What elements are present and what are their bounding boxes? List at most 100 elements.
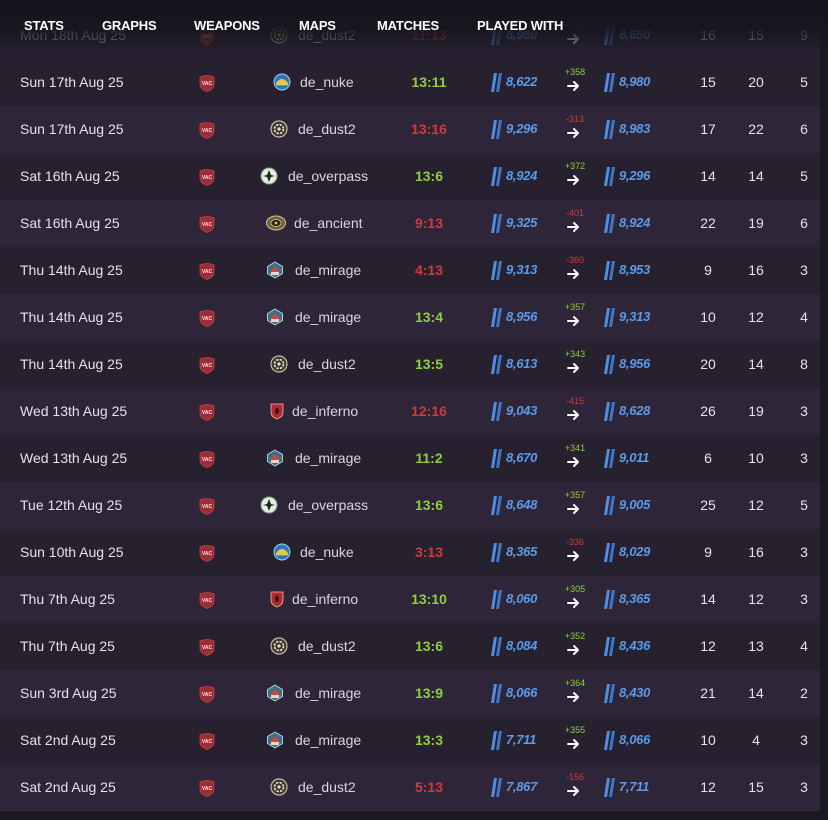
match-row[interactable]: Thu 7th Aug 25 VAC de_inferno 13:10 8,060 +30…	[0, 576, 820, 623]
rating-after-value: 8,430	[619, 685, 651, 700]
match-row[interactable]: Wed 13th Aug 25 VAC de_inferno 12:16 9,043 -4…	[0, 388, 820, 435]
nav-graphs[interactable]: GRAPHS	[102, 18, 157, 33]
nav-matches[interactable]: MATCHES	[377, 18, 439, 33]
map-name: de_dust2	[298, 638, 356, 654]
kills: 10	[700, 309, 716, 325]
rating-stripes-icon	[491, 496, 502, 515]
match-row[interactable]: Sun 10th Aug 25 VAC de_nuke 3:13 8,365 -336 8,…	[0, 529, 820, 576]
match-row[interactable]: Sat 2nd Aug 25 VAC de_mirage 13:3 7,711 +355 8…	[0, 717, 820, 764]
kills: 17	[700, 121, 716, 137]
arrow-right-icon	[566, 314, 584, 328]
arrow-right-icon	[566, 267, 584, 281]
assists: 3	[800, 544, 808, 560]
ancient-icon	[266, 214, 286, 232]
rating-before-value: 9,043	[506, 403, 538, 418]
match-date: Wed 13th Aug 25	[20, 403, 128, 419]
assists: 3	[800, 732, 808, 748]
map-name: de_nuke	[300, 544, 354, 560]
rating-after: 9,313	[603, 306, 655, 328]
vac-badge-text: VAC	[202, 692, 213, 698]
rating-before-value: 8,613	[506, 356, 538, 371]
vac-badge-text: VAC	[202, 551, 213, 557]
rating-stripes-icon	[604, 731, 615, 750]
vac-shield-icon: VAC	[198, 732, 216, 750]
map-name: de_mirage	[295, 732, 362, 748]
rating-delta: +355	[564, 725, 586, 735]
rating-before: 9,296	[490, 118, 542, 140]
rating-after: 8,980	[603, 71, 655, 93]
rating-stripes-icon	[604, 402, 615, 421]
map-name: de_inferno	[292, 403, 359, 419]
assists: 3	[800, 262, 808, 278]
vac-shield-icon: VAC	[198, 403, 216, 421]
rating-after: 8,956	[603, 353, 655, 375]
deaths: 12	[748, 591, 764, 607]
assists: 3	[800, 591, 808, 607]
mirage-icon	[266, 261, 284, 279]
kills: 6	[704, 450, 712, 466]
vac-badge-text: VAC	[202, 739, 213, 745]
vac-badge-text: VAC	[202, 128, 213, 134]
rating-after: 8,436	[603, 635, 655, 657]
rating-after: 9,011	[603, 447, 655, 469]
match-score: 13:3	[414, 732, 444, 748]
rating-before-value: 9,296	[506, 121, 538, 136]
vac-shield-icon: VAC	[198, 74, 216, 92]
match-date: Thu 14th Aug 25	[20, 356, 123, 372]
map-name: de_ancient	[294, 215, 363, 231]
rating-stripes-icon	[604, 590, 615, 609]
match-row[interactable]: Sat 16th Aug 25 VAC de_overpass 13:6 8,924 +3…	[0, 153, 820, 200]
match-row[interactable]: Sun 17th Aug 25 VAC de_nuke 13:11 8,622 +358 8…	[0, 59, 820, 106]
match-date: Wed 13th Aug 25	[20, 450, 128, 466]
kills: 15	[700, 74, 716, 90]
match-row[interactable]: Thu 14th Aug 25 VAC de_mirage 4:13 9,313 -360…	[0, 247, 820, 294]
rating-after: 8,628	[603, 400, 655, 422]
match-score: 13:5	[414, 356, 444, 372]
match-row[interactable]: Thu 7th Aug 25 VAC de_dust2 13:6 8,084 +352 8,…	[0, 623, 820, 670]
kills: 14	[700, 168, 716, 184]
match-row[interactable]: Sat 2nd Aug 25 VAC de_dust2 5:13 7,867 -156 7,…	[0, 764, 820, 811]
dust2-icon	[270, 355, 288, 373]
match-score: 13:4	[414, 309, 444, 325]
arrow-right-icon	[566, 220, 584, 234]
vac-shield-icon: VAC	[198, 544, 216, 562]
rating-stripes-icon	[491, 543, 502, 562]
deaths: 12	[748, 497, 764, 513]
vac-shield-icon: VAC	[198, 638, 216, 656]
match-score: 12:16	[411, 403, 447, 419]
kills: 21	[700, 685, 716, 701]
map-name: de_inferno	[292, 591, 359, 607]
assists: 4	[800, 638, 808, 654]
rating-stripes-icon	[491, 167, 502, 186]
match-row[interactable]: Sun 3rd Aug 25 VAC de_mirage 13:9 8,066 +364 8…	[0, 670, 820, 717]
assists: 5	[800, 497, 808, 513]
deaths: 12	[748, 309, 764, 325]
nav-maps[interactable]: MAPS	[299, 18, 336, 33]
vac-shield-icon: VAC	[198, 685, 216, 703]
vac-shield-icon: VAC	[198, 168, 216, 186]
arrow-right-icon	[566, 784, 584, 798]
rating-stripes-icon	[491, 73, 502, 92]
rating-stripes-icon	[491, 590, 502, 609]
nav-played-with[interactable]: PLAYED WITH	[477, 18, 563, 33]
rating-stripes-icon	[604, 778, 615, 797]
rating-stripes-icon	[604, 261, 615, 280]
match-row[interactable]: Tue 12th Aug 25 VAC de_overpass 13:6 8,648 +3…	[0, 482, 820, 529]
match-row[interactable]: Wed 13th Aug 25 VAC de_mirage 11:2 8,670 +341…	[0, 435, 820, 482]
kills: 22	[700, 215, 716, 231]
match-row[interactable]: Sun 17th Aug 25 VAC de_dust2 13:16 9,296 -313…	[0, 106, 820, 153]
assists: 5	[800, 74, 808, 90]
nav-weapons[interactable]: WEAPONS	[194, 18, 260, 33]
deaths: 22	[748, 121, 764, 137]
match-row[interactable]: Thu 14th Aug 25 VAC de_mirage 13:4 8,956 +357…	[0, 294, 820, 341]
vac-badge-text: VAC	[202, 175, 213, 181]
match-row[interactable]: Sat 16th Aug 25 VAC de_ancient 9:13 9,325 -40…	[0, 200, 820, 247]
nav-stats[interactable]: STATS	[24, 18, 64, 33]
overpass-icon	[260, 167, 278, 185]
rating-after-value: 9,011	[619, 450, 650, 465]
match-row[interactable]: Thu 14th Aug 25 VAC de_dust2 13:5 8,613 +343 8…	[0, 341, 820, 388]
rating-before-value: 8,060	[506, 591, 538, 606]
arrow-right-icon	[566, 79, 584, 93]
scrollbar[interactable]	[820, 0, 828, 820]
rating-stripes-icon	[604, 543, 615, 562]
